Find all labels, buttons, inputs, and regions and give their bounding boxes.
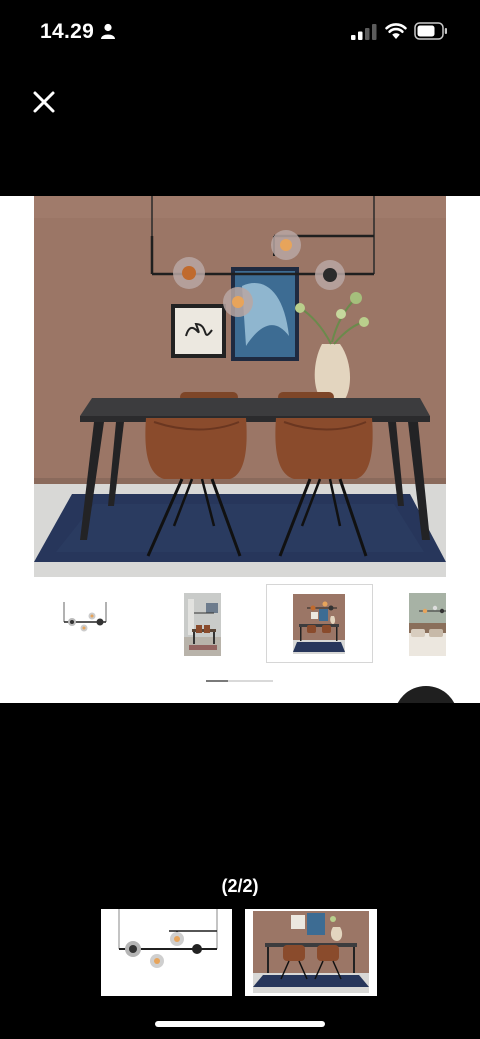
- battery-icon: [414, 22, 447, 40]
- product-hero-image[interactable]: [34, 196, 446, 577]
- scrollbar-thumb[interactable]: [206, 680, 228, 682]
- thumbnail-room-light[interactable]: [184, 593, 221, 656]
- thumbnail-lamp[interactable]: [58, 600, 110, 640]
- thumbnail-bedroom[interactable]: [409, 593, 446, 656]
- product-image-sheet: [0, 196, 480, 703]
- close-icon[interactable]: [28, 86, 60, 118]
- wifi-icon: [385, 23, 407, 39]
- thumbnail-scrollbar[interactable]: [206, 680, 273, 682]
- floating-action-button[interactable]: [394, 686, 458, 703]
- image-counter: (2/2): [221, 876, 259, 896]
- gallery-thumbnail-dining-room[interactable]: [245, 909, 377, 996]
- home-indicator[interactable]: [155, 1021, 325, 1027]
- gallery-thumbnail-lamp[interactable]: [101, 909, 232, 996]
- cellular-signal-icon: [351, 24, 377, 40]
- thumbnail-dining-room-selected[interactable]: [266, 584, 373, 663]
- person-icon: [101, 23, 115, 39]
- status-bar: 14.29: [0, 0, 480, 64]
- status-time: 14.29: [40, 20, 95, 43]
